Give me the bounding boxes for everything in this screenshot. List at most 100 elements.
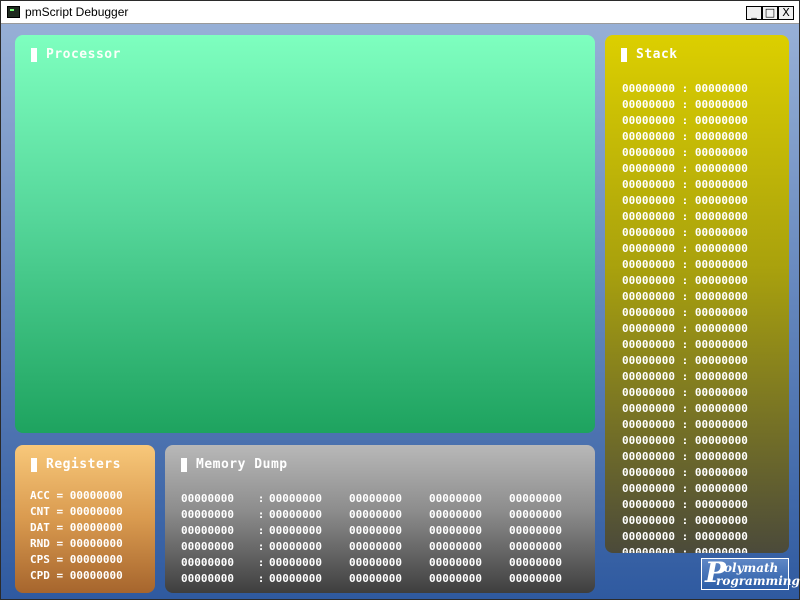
stack-row: 00000000 : 00000000 [622, 466, 748, 479]
memory-address: 00000000 [181, 540, 234, 553]
memory-cell: 00000000 [349, 492, 402, 505]
memory-cell: 00000000 [509, 508, 562, 521]
memory-row: 00000000:00000000 00000000 00000000 0000000… [181, 523, 589, 539]
memory-cell: 00000000 [509, 572, 562, 585]
register-equals: = [49, 569, 70, 582]
memory-cell: 00000000 [429, 492, 482, 505]
memory-address: 00000000 [181, 524, 234, 537]
memory-address: 00000000 [181, 556, 234, 569]
registers-panel-title: Registers [31, 457, 121, 472]
memory-cell: 00000000 [509, 540, 562, 553]
memory-cell: 00000000 [269, 556, 322, 569]
maximize-button[interactable]: □ [762, 6, 778, 20]
memory-panel-title: Memory Dump [181, 457, 288, 472]
register-equals: = [49, 489, 70, 502]
stack-list: 00000000 : 00000000 00000000 : 00000000 00… [622, 81, 748, 553]
stack-row: 00000000 : 00000000 [622, 130, 748, 143]
memory-cell: 00000000 [349, 508, 402, 521]
memory-cell: 00000000 [509, 556, 562, 569]
debugger-window: pmScript Debugger _ □ X Processor Stack … [0, 0, 800, 600]
memory-cell: 00000000 [269, 540, 322, 553]
memory-cell: 00000000 [429, 508, 482, 521]
stack-panel: Stack 00000000 : 00000000 00000000 : 0000… [605, 35, 789, 553]
stack-row: 00000000 : 00000000 [622, 514, 748, 527]
register-value: 00000000 [69, 569, 123, 582]
stack-row: 00000000 : 00000000 [622, 546, 748, 553]
stack-row: 00000000 : 00000000 [622, 290, 748, 303]
panel-marker-icon [31, 457, 37, 472]
register-row: CNT = 00000000 [30, 504, 123, 520]
stack-row: 00000000 : 00000000 [622, 370, 748, 383]
stack-row: 00000000 : 00000000 [622, 194, 748, 207]
memory-address: 00000000 [181, 492, 234, 505]
close-button[interactable]: X [778, 6, 794, 20]
register-name: CPS [30, 553, 50, 566]
terminal-icon [7, 6, 20, 18]
memory-separator: : [257, 492, 265, 505]
stack-row: 00000000 : 00000000 [622, 450, 748, 463]
stack-row: 00000000 : 00000000 [622, 498, 748, 511]
register-row: RND = 00000000 [30, 536, 123, 552]
memory-cell: 00000000 [429, 540, 482, 553]
stack-row: 00000000 : 00000000 [622, 146, 748, 159]
stack-row: 00000000 : 00000000 [622, 98, 748, 111]
memory-separator: : [257, 524, 265, 537]
panel-marker-icon [181, 457, 187, 472]
memory-dump-panel: Memory Dump 00000000:00000000 00000000 000… [165, 445, 595, 593]
panel-marker-icon [31, 47, 37, 62]
memory-cell: 00000000 [509, 524, 562, 537]
registers-title-text: Registers [46, 457, 121, 472]
memory-cell: 00000000 [429, 524, 482, 537]
register-value: 00000000 [69, 521, 123, 534]
stack-row: 00000000 : 00000000 [622, 226, 748, 239]
polymath-programming-logo: P olymath rogramming [701, 557, 800, 590]
stack-row: 00000000 : 00000000 [622, 418, 748, 431]
stack-row: 00000000 : 00000000 [622, 274, 748, 287]
stack-row: 00000000 : 00000000 [622, 306, 748, 319]
memory-row: 00000000:00000000 00000000 00000000 0000000… [181, 571, 589, 587]
processor-title-text: Processor [46, 47, 121, 62]
memory-address: 00000000 [181, 572, 234, 585]
stack-row: 00000000 : 00000000 [622, 162, 748, 175]
stack-row: 00000000 : 00000000 [622, 114, 748, 127]
memory-cell: 00000000 [349, 540, 402, 553]
minimize-button[interactable]: _ [746, 6, 762, 20]
register-row: ACC = 00000000 [30, 488, 123, 504]
register-value: 00000000 [69, 489, 123, 502]
memory-cell: 00000000 [429, 572, 482, 585]
register-name: CPD [30, 569, 50, 582]
register-name: ACC [30, 489, 50, 502]
memory-cell: 00000000 [349, 524, 402, 537]
stack-row: 00000000 : 00000000 [622, 322, 748, 335]
stack-row: 00000000 : 00000000 [622, 82, 748, 95]
stack-row: 00000000 : 00000000 [622, 402, 748, 415]
memory-address: 00000000 [181, 508, 234, 521]
window-title: pmScript Debugger [25, 5, 129, 19]
stack-panel-title: Stack [621, 47, 678, 62]
memory-cell: 00000000 [269, 524, 322, 537]
memory-title-text: Memory Dump [196, 457, 288, 472]
memory-cell: 00000000 [269, 572, 322, 585]
title-bar[interactable]: pmScript Debugger _ □ X [1, 1, 799, 24]
register-name: CNT [30, 505, 50, 518]
register-value: 00000000 [69, 537, 123, 550]
memory-separator: : [257, 572, 265, 585]
panel-marker-icon [621, 47, 627, 62]
logo-line-2: rogramming [716, 574, 800, 588]
stack-row: 00000000 : 00000000 [622, 258, 748, 271]
stack-row: 00000000 : 00000000 [622, 434, 748, 447]
processor-panel: Processor [15, 35, 595, 433]
memory-row: 00000000:00000000 00000000 00000000 0000000… [181, 491, 589, 507]
register-row: CPS = 00000000 [30, 552, 123, 568]
memory-row: 00000000:00000000 00000000 00000000 0000000… [181, 555, 589, 571]
stack-row: 00000000 : 00000000 [622, 338, 748, 351]
processor-panel-title: Processor [31, 47, 121, 62]
memory-separator: : [257, 540, 265, 553]
memory-cell: 00000000 [349, 556, 402, 569]
stack-row: 00000000 : 00000000 [622, 386, 748, 399]
memory-dump-list: 00000000:00000000 00000000 00000000 0000000… [181, 491, 589, 587]
memory-row: 00000000:00000000 00000000 00000000 0000000… [181, 539, 589, 555]
memory-cell: 00000000 [269, 492, 322, 505]
register-row: CPD = 00000000 [30, 568, 123, 584]
memory-row: 00000000:00000000 00000000 00000000 0000000… [181, 507, 589, 523]
